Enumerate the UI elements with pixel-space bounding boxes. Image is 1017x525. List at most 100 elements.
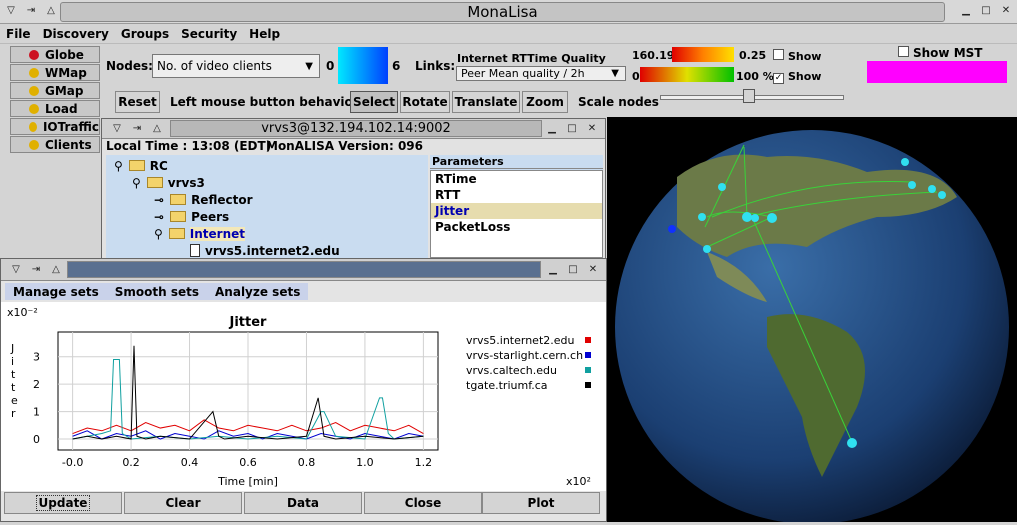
close-button[interactable]: Close	[364, 492, 482, 514]
node-tree[interactable]: ⚲ RC ⚲ vrvs3 ⊸ Reflector ⊸ Peers ⚲ Internet v…	[106, 155, 428, 261]
gmap-dot-icon	[29, 85, 39, 96]
show2-checkbox[interactable]: ✓ Show	[773, 70, 821, 84]
maximize-icon[interactable]: □	[979, 4, 993, 18]
pin-icon[interactable]: ⇥	[130, 122, 144, 136]
zoom-button[interactable]: Zoom	[522, 91, 568, 113]
minimize-icon[interactable]: ▁	[959, 4, 973, 18]
mst-checkbox[interactable]: Show MST	[898, 46, 982, 60]
tab-smooth-sets[interactable]: Smooth sets	[107, 285, 207, 299]
param-item-rtt[interactable]: RTT	[431, 187, 602, 203]
pin-icon[interactable]: ⇥	[24, 4, 38, 18]
nodes-select[interactable]: No. of video clients ▼	[152, 54, 320, 78]
folder-icon	[170, 194, 187, 205]
legend-label: vrvs5.internet2.edu	[466, 334, 574, 347]
sidebar-item-load[interactable]: Load	[10, 100, 100, 117]
plot-button[interactable]: Plot	[482, 492, 600, 514]
sidebar-item-label: IOTraffic	[42, 119, 99, 134]
parameters-panel: Parameters RTime RTT Jitter PacketLoss	[430, 155, 603, 261]
tree-item-vrvs5[interactable]: vrvs5.internet2.edu	[190, 242, 340, 259]
x-tick-label: 0.6	[239, 456, 257, 469]
y-tick-label: 2	[33, 378, 40, 391]
tab-manage-sets[interactable]: Manage sets	[5, 285, 107, 299]
menu-help[interactable]: Help	[243, 24, 286, 43]
globe-panel[interactable]	[607, 117, 1017, 524]
rotate-button[interactable]: Rotate	[400, 91, 450, 113]
y-tick-label: 3	[33, 351, 40, 364]
key-icon: ⚲	[114, 158, 123, 173]
data-button[interactable]: Data	[244, 492, 362, 514]
close-icon[interactable]: ✕	[586, 263, 600, 277]
globe-view[interactable]	[607, 117, 1017, 524]
menu-security[interactable]: Security	[175, 24, 243, 43]
menu-file[interactable]: File	[0, 24, 37, 43]
window-menu-icon[interactable]: ▽	[110, 122, 124, 136]
param-item-jitter[interactable]: Jitter	[431, 203, 602, 219]
y-tick-label: 1	[33, 406, 40, 419]
scale-nodes-label: Scale nodes	[578, 95, 659, 109]
links-label: Links:	[415, 59, 456, 73]
maximize-icon[interactable]: □	[566, 263, 580, 277]
window-menu-icon[interactable]: ▽	[4, 4, 18, 18]
tree-label: Reflector	[191, 192, 253, 207]
shade-icon[interactable]: △	[49, 263, 63, 277]
x-tick-label: 0.8	[298, 456, 316, 469]
rtt-color-scale	[672, 47, 734, 62]
expand-icon: ⊸	[154, 209, 165, 224]
tree-item-peers[interactable]: ⊸ Peers	[154, 208, 229, 225]
slider-thumb[interactable]	[743, 89, 755, 103]
sidebar-item-wmap[interactable]: WMap	[10, 64, 100, 81]
param-item-rtime[interactable]: RTime	[431, 171, 602, 187]
pin-icon[interactable]: ⇥	[29, 263, 43, 277]
mst-color-swatch	[867, 61, 1007, 83]
maximize-icon[interactable]: □	[565, 122, 579, 136]
chart-area: -0.0 0.2 0.4 0.6 0.8 1.0 1.2 3 2 1 0 Jitter Time [mi…	[1, 302, 606, 491]
clients-dot-icon	[29, 139, 39, 150]
clear-button[interactable]: Clear	[124, 492, 242, 514]
document-icon	[190, 244, 200, 257]
tree-label: RC	[149, 158, 168, 173]
tree-item-reflector[interactable]: ⊸ Reflector	[154, 191, 253, 208]
menu-groups[interactable]: Groups	[115, 24, 175, 43]
shade-icon[interactable]: △	[150, 122, 164, 136]
x-tick-label: 1.2	[415, 456, 433, 469]
sidebar-item-iotraffic[interactable]: IOTraffic	[10, 118, 100, 135]
param-item-packetloss[interactable]: PacketLoss	[431, 219, 602, 235]
plot-window-titlebar: ▽ ⇥ △ ▁ □ ✕	[1, 259, 606, 281]
sidebar-item-label: WMap	[45, 65, 87, 80]
links-select[interactable]: Peer Mean quality / 2h ▼	[456, 66, 626, 81]
select-button[interactable]: Select	[350, 91, 398, 113]
checkbox-icon	[898, 46, 909, 57]
tree-item-internet[interactable]: ⚲ Internet	[154, 225, 246, 242]
menu-discovery[interactable]: Discovery	[37, 24, 115, 43]
legend-label: vrvs-starlight.cern.ch	[466, 349, 583, 362]
scale2-left: 0	[632, 70, 640, 83]
close-icon[interactable]: ✕	[585, 122, 599, 136]
tree-item-vrvs3[interactable]: ⚲ vrvs3	[132, 174, 205, 191]
show1-checkbox[interactable]: Show	[773, 49, 821, 63]
window-menu-icon[interactable]: ▽	[9, 263, 23, 277]
y-tick-label: 0	[33, 433, 40, 446]
chevron-down-icon: ▼	[611, 68, 619, 79]
tree-item-rc[interactable]: ⚲ RC	[114, 157, 168, 174]
translate-button[interactable]: Translate	[452, 91, 520, 113]
shade-icon[interactable]: △	[44, 4, 58, 18]
reset-button[interactable]: Reset	[115, 91, 160, 113]
minimize-icon[interactable]: ▁	[545, 122, 559, 136]
folder-icon	[170, 211, 187, 222]
tab-analyze-sets[interactable]: Analyze sets	[207, 285, 308, 299]
sidebar-item-clients[interactable]: Clients	[10, 136, 100, 153]
y-multiplier-label: x10⁻²	[7, 306, 38, 319]
key-icon: ⚲	[132, 175, 141, 190]
scale1-right: 0.25	[739, 49, 767, 62]
sidebar-item-globe[interactable]: Globe	[10, 46, 100, 63]
links-title: Internet RTTime Quality	[457, 52, 606, 65]
close-icon[interactable]: ✕	[999, 4, 1013, 18]
globe-dot-icon	[29, 49, 39, 60]
parameters-header: Parameters	[430, 155, 603, 169]
update-button[interactable]: Update	[4, 492, 122, 514]
tree-label: Internet	[189, 226, 246, 241]
mst-label: Show MST	[913, 46, 983, 60]
sidebar-item-gmap[interactable]: GMap	[10, 82, 100, 99]
minimize-icon[interactable]: ▁	[546, 263, 560, 277]
node-marker-blue	[668, 225, 676, 233]
